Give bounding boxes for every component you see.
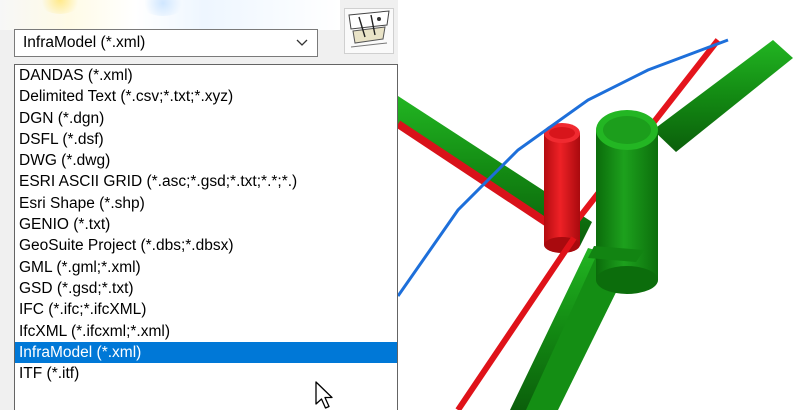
format-option[interactable]: IFC (*.ifc;*.ifcXML) [15,299,397,320]
combobox-selected-value: InfraModel (*.xml) [23,34,146,51]
format-option[interactable]: IfcXML (*.ifcxml;*.xml) [15,321,397,342]
format-option[interactable]: DGN (*.dgn) [15,108,397,129]
mouse-pointer-icon [315,381,333,409]
pipe-network-render [395,38,793,412]
file-format-dropdown-list[interactable]: DANDAS (*.xml) Delimited Text (*.csv;*.tx… [14,64,398,410]
format-option[interactable]: ESRI ASCII GRID (*.asc;*.gsd;*.txt;*.*;*… [15,171,397,192]
format-option[interactable]: Esri Shape (*.shp) [15,193,397,214]
import-dialog: InfraModel (*.xml) DANDAS (*.xml) Delimit… [0,0,398,410]
format-option[interactable]: InfraModel (*.xml) [15,341,397,364]
file-format-combobox[interactable]: InfraModel (*.xml) [14,29,318,57]
format-option[interactable]: ITF (*.itf) [15,363,397,384]
format-option[interactable]: GeoSuite Project (*.dbs;*.dbsx) [15,235,397,256]
format-option[interactable]: DANDAS (*.xml) [15,65,397,86]
format-option[interactable]: GML (*.gml;*.xml) [15,257,397,278]
format-option[interactable]: DWG (*.dwg) [15,150,397,171]
red-manhole [544,123,580,253]
format-option[interactable]: DSFL (*.dsf) [15,129,397,150]
format-option[interactable]: GSD (*.gsd;*.txt) [15,278,397,299]
format-option[interactable]: GENIO (*.txt) [15,214,397,235]
3d-model-view[interactable] [395,0,797,412]
green-manhole [596,110,658,294]
preview-thumbnail [344,8,394,54]
chevron-down-icon[interactable] [287,39,317,47]
sketch-icon [345,9,393,53]
format-option[interactable]: Delimited Text (*.csv;*.txt;*.xyz) [15,86,397,107]
